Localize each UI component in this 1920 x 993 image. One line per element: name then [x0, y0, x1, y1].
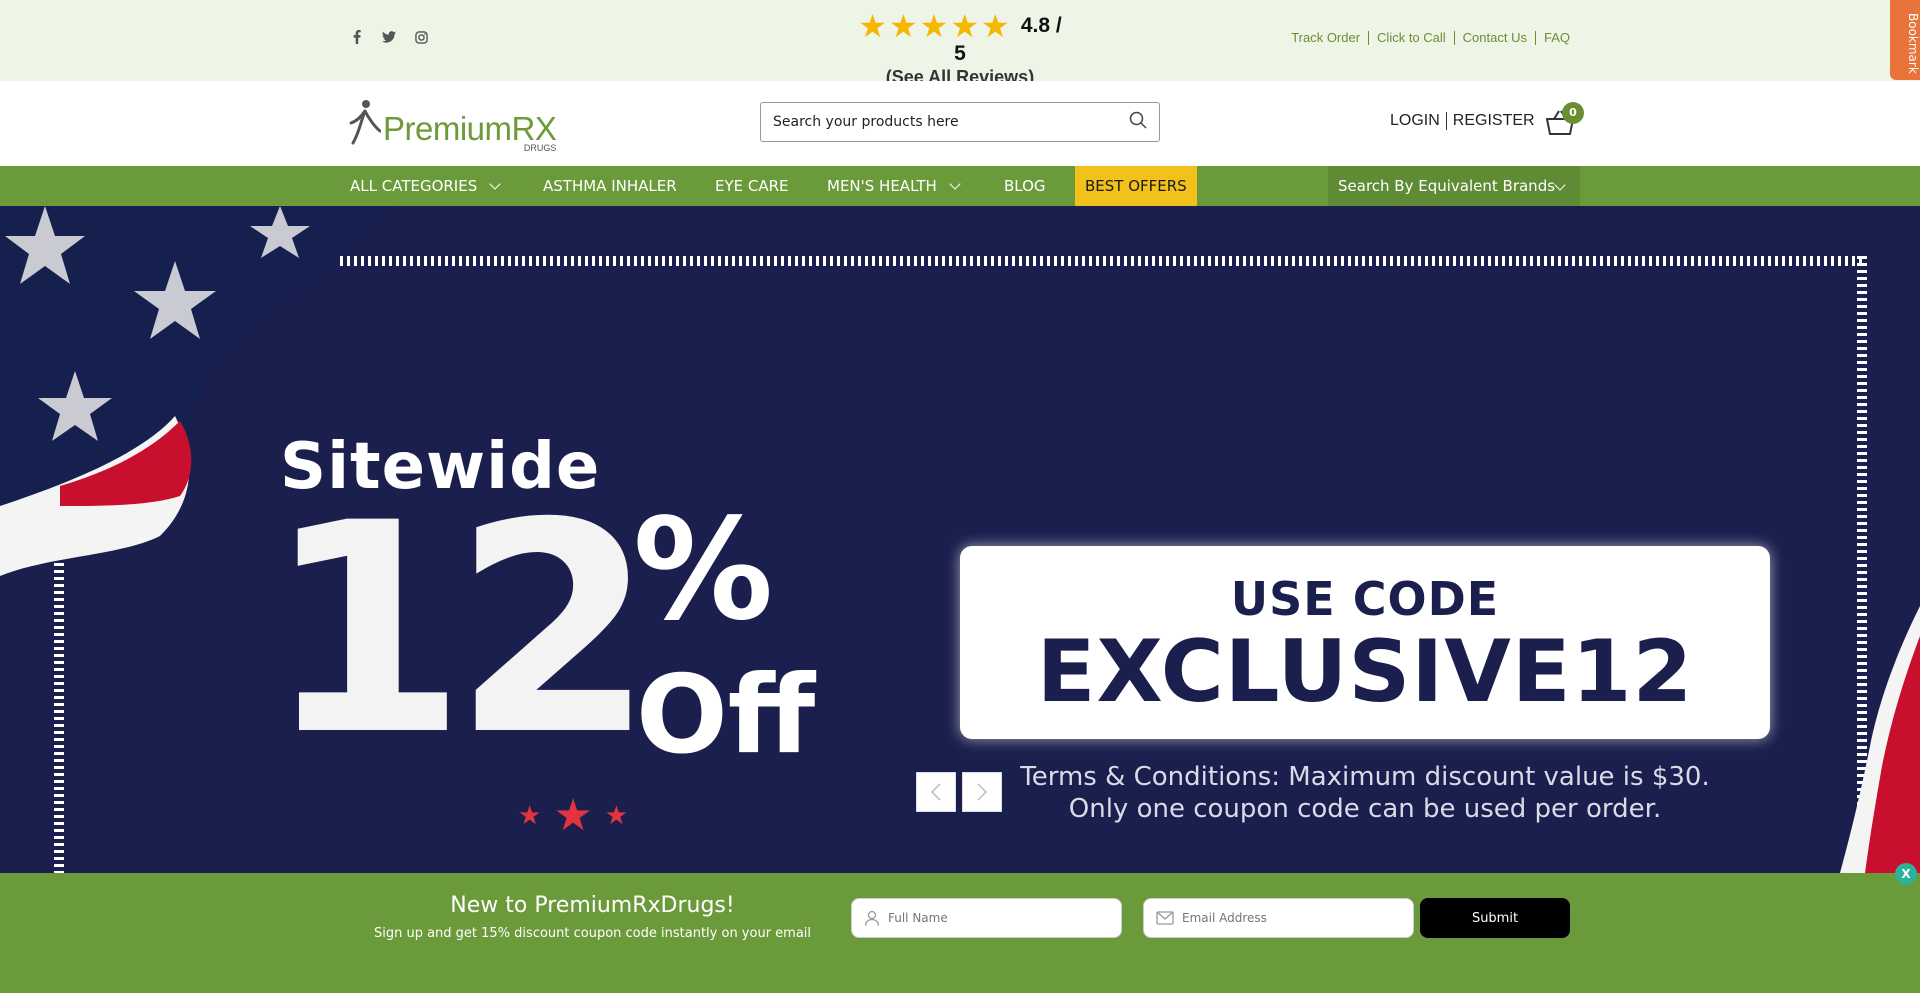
user-icon	[864, 910, 880, 926]
bookmark-tab[interactable]: Bookmark	[1890, 0, 1920, 80]
promo-off-text: Off	[636, 653, 816, 778]
chevron-down-icon	[489, 178, 501, 190]
decorative-red-stars: ★ ★ ★	[518, 790, 628, 841]
close-signup-button[interactable]: X	[1895, 863, 1917, 885]
email-field-wrapper	[1143, 898, 1414, 938]
coupon-code-value: EXCLUSIVE12	[1036, 622, 1694, 722]
equivalent-brands-label: Search By Equivalent Brands	[1338, 177, 1556, 195]
nav-item-best-offers[interactable]: BEST OFFERS	[1075, 166, 1197, 206]
twitter-icon[interactable]	[382, 30, 396, 44]
search-input[interactable]	[773, 114, 1129, 130]
logo-text: PremiumRX	[383, 110, 557, 147]
auth-divider	[1445, 112, 1447, 130]
star-icon: ★	[553, 790, 593, 841]
star-icon: ★	[950, 7, 980, 45]
nav-item-label: EYE CARE	[715, 177, 789, 195]
signup-title: New to PremiumRxDrugs!	[450, 893, 735, 918]
banner-border-top	[340, 256, 1865, 266]
click-to-call-link[interactable]: Click to Call	[1369, 31, 1455, 45]
star-icon: ★	[888, 7, 918, 45]
track-order-link[interactable]: Track Order	[1283, 31, 1370, 45]
main-nav: ALL CATEGORIES ASTHMA INHALER EYE CARE M…	[0, 166, 1920, 206]
nav-item-label: ALL CATEGORIES	[350, 177, 478, 195]
chevron-left-icon	[930, 783, 941, 801]
contact-us-link[interactable]: Contact Us	[1455, 31, 1536, 45]
hero-banner[interactable]: Sitewide 12 % Off ★ ★ ★ USE CODE EXCLUSI…	[0, 206, 1920, 873]
star-icon: ★	[919, 7, 949, 45]
search-box	[760, 102, 1160, 142]
faq-link[interactable]: FAQ	[1536, 31, 1570, 45]
header: PremiumRX DRUGS LOGIN REGISTER 0	[0, 81, 1920, 166]
chevron-down-icon	[1554, 179, 1566, 191]
slider-prev-button[interactable]	[916, 772, 956, 812]
terms-line-1: Terms & Conditions: Maximum discount val…	[1020, 762, 1710, 792]
chevron-right-icon	[977, 783, 988, 801]
nav-item-blog[interactable]: BLOG	[1004, 166, 1046, 206]
coupon-code-label: USE CODE	[1230, 572, 1500, 626]
nav-item-asthma-inhaler[interactable]: ASTHMA INHALER	[543, 166, 677, 206]
rating-stars: ★ ★ ★ ★ ★	[858, 10, 1009, 42]
promo-percent-sign: %	[633, 489, 774, 652]
nav-item-label: BLOG	[1004, 177, 1046, 195]
full-name-input[interactable]	[888, 911, 1108, 925]
facebook-icon[interactable]	[350, 30, 364, 44]
star-icon: ★	[518, 800, 542, 831]
top-bar: ★ ★ ★ ★ ★ 4.8 / 5 (See All Reviews) Trac…	[0, 0, 1920, 87]
auth-links: LOGIN REGISTER	[1390, 112, 1535, 130]
submit-button[interactable]: Submit	[1420, 898, 1570, 938]
logo[interactable]: PremiumRX DRUGS	[349, 97, 557, 153]
star-icon: ★	[858, 7, 887, 45]
register-link[interactable]: REGISTER	[1453, 112, 1535, 130]
nav-item-label: MEN'S HEALTH	[827, 177, 937, 195]
logo-subtext: DRUGS	[523, 143, 557, 153]
star-icon: ★	[604, 800, 629, 831]
login-link[interactable]: LOGIN	[1390, 112, 1440, 130]
full-name-field-wrapper	[851, 898, 1122, 938]
social-links	[350, 30, 428, 44]
american-flag-image-right	[1840, 606, 1920, 873]
newsletter-signup-bar: X New to PremiumRxDrugs! Sign up and get…	[0, 863, 1920, 993]
rating-widget[interactable]: ★ ★ ★ ★ ★ 4.8 / 5 (See All Reviews)	[850, 10, 1070, 88]
banner-border-left	[54, 556, 64, 873]
search-icon[interactable]	[1129, 111, 1147, 133]
chevron-down-icon	[949, 178, 961, 190]
slider-next-button[interactable]	[962, 772, 1002, 812]
nav-item-all-categories[interactable]: ALL CATEGORIES	[350, 166, 501, 206]
top-links: Track Order Click to Call Contact Us FAQ	[1283, 31, 1570, 45]
logo-figure-icon	[349, 100, 381, 145]
nav-item-eye-care[interactable]: EYE CARE	[715, 166, 789, 206]
email-input[interactable]	[1182, 911, 1402, 925]
terms-line-2: Only one coupon code can be used per ord…	[1068, 794, 1662, 824]
equivalent-brands-dropdown[interactable]: Search By Equivalent Brands	[1328, 166, 1580, 206]
coupon-code-box: USE CODE EXCLUSIVE12	[960, 546, 1770, 739]
nav-item-label: BEST OFFERS	[1085, 177, 1187, 195]
promo-discount-number: 12	[265, 462, 655, 799]
signup-subtitle: Sign up and get 15% discount coupon code…	[373, 926, 812, 941]
nav-item-mens-health[interactable]: MEN'S HEALTH	[827, 166, 961, 206]
nav-item-label: ASTHMA INHALER	[543, 177, 677, 195]
cart-count-badge: 0	[1562, 102, 1584, 124]
star-icon: ★	[981, 7, 1010, 45]
terms-and-conditions: Terms & Conditions: Maximum discount val…	[980, 761, 1750, 825]
instagram-icon[interactable]	[414, 30, 428, 44]
mail-icon	[1156, 911, 1174, 925]
